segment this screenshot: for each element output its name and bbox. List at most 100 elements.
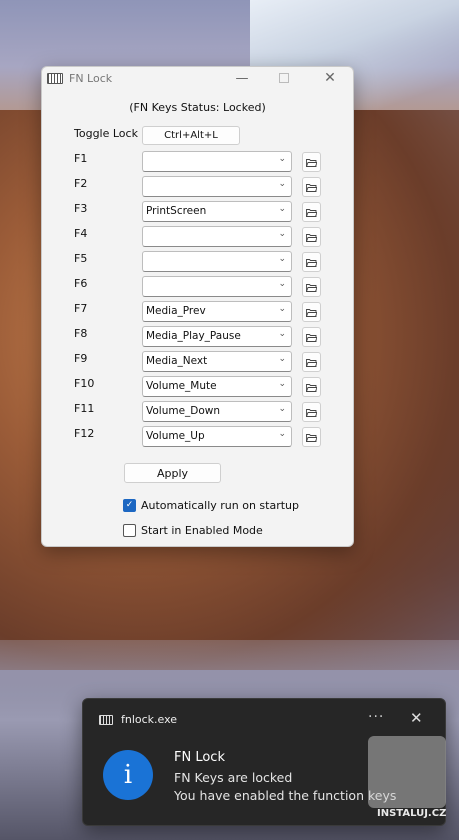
window-title: FN Lock: [69, 71, 113, 85]
apply-button[interactable]: Apply: [124, 463, 221, 483]
fkey-action-value: Media_Play_Pause: [146, 330, 241, 342]
enabled-mode-checkbox[interactable]: [123, 524, 136, 537]
fkey-action-select[interactable]: Media_Play_Pause ⌄: [142, 326, 292, 347]
browse-folder-button[interactable]: [302, 227, 321, 247]
fkey-label: F8: [74, 327, 88, 340]
browse-folder-button[interactable]: [302, 252, 321, 272]
browse-folder-button[interactable]: [302, 177, 321, 197]
fkey-row-f7: F7 Media_Prev ⌄: [42, 301, 353, 323]
fkey-action-select[interactable]: Volume_Mute ⌄: [142, 376, 292, 397]
fkey-row-f9: F9 Media_Next ⌄: [42, 351, 353, 373]
fkey-action-select[interactable]: Volume_Down ⌄: [142, 401, 292, 422]
browse-folder-button[interactable]: [302, 402, 321, 422]
more-options-button[interactable]: ···: [368, 709, 384, 725]
fkey-action-value: Volume_Mute: [146, 380, 217, 392]
fkey-action-select[interactable]: ⌄: [142, 276, 292, 297]
fkey-action-select[interactable]: PrintScreen ⌄: [142, 201, 292, 222]
minimize-button[interactable]: —: [222, 67, 262, 89]
toast-close-button[interactable]: ✕: [410, 709, 423, 727]
watermark-text: INSTALUJ.CZ: [377, 808, 447, 819]
chevron-down-icon: ⌄: [278, 379, 286, 389]
folder-icon: [306, 333, 317, 342]
close-button[interactable]: ✕: [310, 67, 350, 89]
browse-folder-button[interactable]: [302, 302, 321, 322]
fkey-label: F2: [74, 177, 88, 190]
info-icon: i: [103, 750, 153, 800]
fkey-action-select[interactable]: ⌄: [142, 251, 292, 272]
toast-message-line1: FN Keys are locked: [174, 770, 293, 785]
folder-icon: [306, 283, 317, 292]
fkey-label: F4: [74, 227, 88, 240]
fkey-action-value: Media_Next: [146, 355, 208, 367]
folder-icon: [306, 233, 317, 242]
keyboard-icon: [99, 715, 113, 725]
fkey-row-f4: F4 ⌄: [42, 226, 353, 248]
folder-icon: [306, 408, 317, 417]
fkey-label: F7: [74, 302, 88, 315]
autorun-checkbox-row[interactable]: ✓ Automatically run on startup: [123, 499, 299, 512]
watermark-image: [368, 736, 446, 808]
maximize-button[interactable]: [264, 67, 304, 89]
folder-icon: [306, 183, 317, 192]
maximize-icon: [279, 73, 289, 83]
folder-icon: [306, 308, 317, 317]
chevron-down-icon: ⌄: [278, 279, 286, 289]
browse-folder-button[interactable]: [302, 377, 321, 397]
chevron-down-icon: ⌄: [278, 404, 286, 414]
chevron-down-icon: ⌄: [278, 304, 286, 314]
chevron-down-icon: ⌄: [278, 229, 286, 239]
fkey-action-select[interactable]: ⌄: [142, 151, 292, 172]
fkey-row-f5: F5 ⌄: [42, 251, 353, 273]
chevron-down-icon: ⌄: [278, 429, 286, 439]
chevron-down-icon: ⌄: [278, 179, 286, 189]
fkey-row-f10: F10 Volume_Mute ⌄: [42, 376, 353, 398]
fkey-row-f3: F3 PrintScreen ⌄: [42, 201, 353, 223]
fkey-action-select[interactable]: Media_Prev ⌄: [142, 301, 292, 322]
fn-lock-window: FN Lock — ✕ (FN Keys Status: Locked) Tog…: [41, 66, 354, 547]
toggle-hotkey-button[interactable]: Ctrl+Alt+L: [142, 126, 240, 145]
watermark-logo: INSTALUJ.CZ: [368, 736, 446, 828]
autorun-label: Automatically run on startup: [141, 499, 300, 512]
folder-icon: [306, 383, 317, 392]
title-bar[interactable]: FN Lock — ✕: [42, 67, 353, 89]
enabled-mode-label: Start in Enabled Mode: [141, 524, 263, 537]
fkey-label: F12: [74, 427, 95, 440]
fkey-row-f12: F12 Volume_Up ⌄: [42, 426, 353, 448]
browse-folder-button[interactable]: [302, 327, 321, 347]
fkey-label: F9: [74, 352, 88, 365]
folder-icon: [306, 433, 317, 442]
fkey-action-value: Media_Prev: [146, 305, 206, 317]
chevron-down-icon: ⌄: [278, 254, 286, 264]
browse-folder-button[interactable]: [302, 277, 321, 297]
fkey-label: F5: [74, 252, 88, 265]
fkey-action-select[interactable]: ⌄: [142, 176, 292, 197]
fkey-label: F11: [74, 402, 95, 415]
fkey-action-select[interactable]: Media_Next ⌄: [142, 351, 292, 372]
fkey-label: F3: [74, 202, 88, 215]
fkey-action-value: Volume_Up: [146, 430, 205, 442]
status-text: (FN Keys Status: Locked): [129, 101, 266, 114]
fkey-row-f6: F6 ⌄: [42, 276, 353, 298]
browse-folder-button[interactable]: [302, 152, 321, 172]
fkey-row-f2: F2 ⌄: [42, 176, 353, 198]
fkey-row-f8: F8 Media_Play_Pause ⌄: [42, 326, 353, 348]
toggle-lock-label: Toggle Lock: [74, 127, 138, 140]
keyboard-icon: [47, 72, 63, 84]
fkey-action-value: Volume_Down: [146, 405, 221, 417]
fkey-row-f11: F11 Volume_Down ⌄: [42, 401, 353, 423]
fkey-label: F1: [74, 152, 88, 165]
fkey-action-select[interactable]: ⌄: [142, 226, 292, 247]
folder-icon: [306, 208, 317, 217]
browse-folder-button[interactable]: [302, 352, 321, 372]
browse-folder-button[interactable]: [302, 202, 321, 222]
fkey-label: F10: [74, 377, 95, 390]
browse-folder-button[interactable]: [302, 427, 321, 447]
fkey-row-f1: F1 ⌄: [42, 151, 353, 173]
chevron-down-icon: ⌄: [278, 154, 286, 164]
enabled-mode-checkbox-row[interactable]: Start in Enabled Mode: [123, 524, 263, 537]
toast-message-line2: You have enabled the function keys: [174, 788, 397, 803]
folder-icon: [306, 158, 317, 167]
toast-app-name: fnlock.exe: [121, 713, 178, 726]
fkey-action-select[interactable]: Volume_Up ⌄: [142, 426, 292, 447]
autorun-checkbox[interactable]: ✓: [123, 499, 136, 512]
